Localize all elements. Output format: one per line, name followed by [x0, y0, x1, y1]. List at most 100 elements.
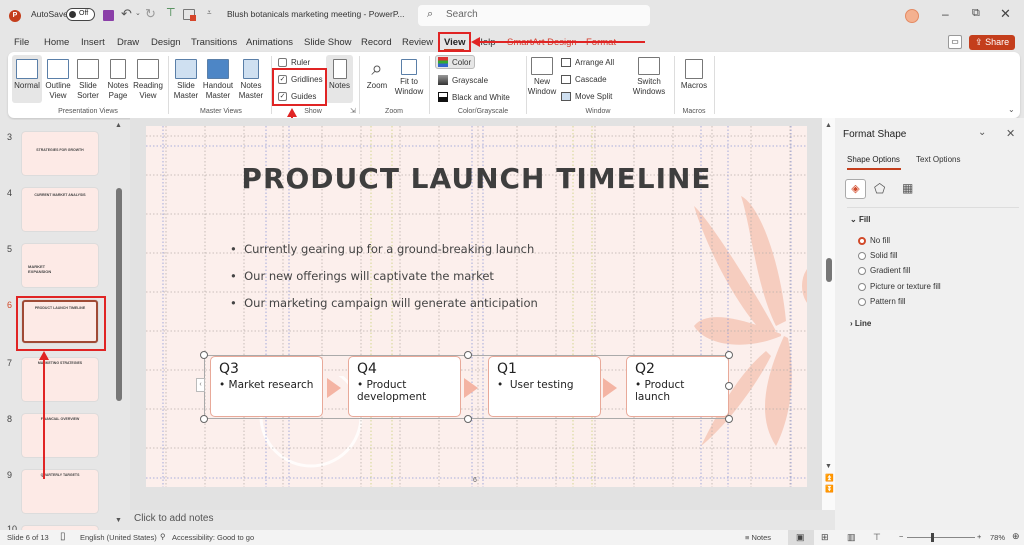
black-and-white-button[interactable]: Black and White	[438, 92, 510, 102]
slide-master-button[interactable]: Slide Master	[171, 59, 201, 101]
macros-button[interactable]: Macros	[678, 59, 710, 91]
search-box[interactable]: ⌕ Search	[418, 5, 650, 26]
spelling-check-icon[interactable]: ▯	[60, 531, 66, 542]
previous-slide-icon[interactable]: ⏫	[825, 474, 834, 482]
accessibility-status[interactable]: Accessibility: Good to go	[172, 533, 254, 542]
undo-icon[interactable]: ↶	[121, 6, 132, 22]
zoom-level[interactable]: 78%	[990, 533, 1005, 542]
customize-qat-icon[interactable]: ⩡	[207, 8, 212, 18]
from-beginning-icon[interactable]	[183, 9, 196, 21]
tab-transitions[interactable]: Transitions	[191, 37, 237, 48]
zoom-in-icon[interactable]: +	[977, 532, 981, 541]
slide-title[interactable]: PRODUCT LAUNCH TIMELINE	[146, 162, 807, 195]
tab-text-options[interactable]: Text Options	[916, 155, 960, 164]
move-split-button[interactable]: Move Split	[561, 92, 612, 101]
next-slide-icon[interactable]: ⏬	[825, 485, 834, 493]
slide-thumbnail-9[interactable]: QUARTERLY TARGETS	[22, 470, 98, 513]
tab-insert[interactable]: Insert	[81, 37, 105, 48]
timeline-box-q3[interactable]: Q3 • Market research	[210, 356, 323, 417]
color-button[interactable]: Color	[435, 55, 475, 69]
slide-sorter-button[interactable]: Slide Sorter	[74, 59, 102, 101]
resize-handle[interactable]	[725, 382, 733, 390]
outline-view-button[interactable]: Outline View	[43, 59, 73, 101]
pane-close-icon[interactable]: ✕	[1006, 127, 1015, 140]
user-avatar[interactable]	[905, 9, 919, 23]
undo-dropdown-icon[interactable]: ⌄	[135, 9, 141, 17]
pane-options-chevron-icon[interactable]: ⌄	[978, 127, 986, 138]
slide-scrollbar-track[interactable]	[822, 118, 835, 510]
tab-animations[interactable]: Animations	[246, 37, 293, 48]
notes-toggle-button[interactable]: Notes	[326, 55, 353, 103]
resize-handle[interactable]	[725, 351, 733, 359]
tab-home[interactable]: Home	[44, 37, 69, 48]
normal-view-button[interactable]: Normal	[12, 55, 42, 103]
resize-handle[interactable]	[464, 415, 472, 423]
tab-file[interactable]: File	[14, 37, 29, 48]
fill-option-picture[interactable]: Picture or texture fill	[858, 282, 941, 291]
zoom-slider-thumb[interactable]	[931, 533, 934, 542]
ruler-checkbox[interactable]: Ruler	[278, 58, 310, 67]
size-properties-icon[interactable]: ▦	[902, 181, 913, 195]
scroll-up-icon[interactable]: ▲	[115, 122, 122, 129]
language-indicator[interactable]: English (United States)	[80, 533, 157, 542]
tab-review[interactable]: Review	[402, 37, 433, 48]
slide-thumbnail-5[interactable]: MARKET EXPANSION	[22, 244, 98, 287]
zoom-button[interactable]: ⌕ Zoom	[364, 57, 390, 91]
fill-option-pattern[interactable]: Pattern fill	[858, 297, 906, 306]
thumbnail-scrollbar-thumb[interactable]	[116, 188, 122, 401]
notes-pane[interactable]: Click to add notes	[130, 510, 835, 530]
tab-record[interactable]: Record	[361, 37, 392, 48]
tab-slide-show[interactable]: Slide Show	[304, 37, 352, 48]
present-icon[interactable]: ⊤	[166, 6, 176, 19]
scroll-down-icon[interactable]: ▼	[115, 517, 122, 524]
line-section-toggle[interactable]: › Line	[850, 319, 871, 328]
slide-thumbnail-3[interactable]: STRATEGIES FOR GROWTH	[22, 132, 98, 175]
scroll-up-icon[interactable]: ▲	[825, 122, 832, 129]
show-dialog-launcher-icon[interactable]: ⇲	[350, 107, 356, 115]
comments-button[interactable]: ▭	[948, 35, 962, 49]
new-window-button[interactable]: New Window	[527, 57, 557, 97]
slide-bullet[interactable]: • Currently gearing up for a ground-brea…	[230, 242, 534, 256]
arrange-all-button[interactable]: Arrange All	[561, 58, 614, 67]
text-pane-toggle[interactable]: ‹	[196, 378, 205, 392]
cascade-button[interactable]: Cascade	[561, 75, 607, 84]
slide-sorter-status-icon[interactable]: ⊞	[821, 532, 829, 543]
resize-handle[interactable]	[464, 351, 472, 359]
notes-master-button[interactable]: Notes Master	[236, 59, 266, 101]
zoom-out-icon[interactable]: −	[899, 532, 903, 541]
slideshow-status-icon[interactable]: ⊤	[873, 532, 881, 543]
grayscale-button[interactable]: Grayscale	[438, 75, 488, 85]
tab-design[interactable]: Design	[151, 37, 181, 48]
switch-windows-button[interactable]: Switch Windows	[631, 57, 667, 97]
tab-draw[interactable]: Draw	[117, 37, 139, 48]
redo-icon[interactable]: ↻	[145, 6, 156, 22]
resize-handle[interactable]	[200, 351, 208, 359]
scroll-down-icon[interactable]: ▼	[825, 463, 832, 470]
zoom-slider-track[interactable]	[907, 537, 975, 538]
slide-scrollbar-thumb[interactable]	[826, 258, 832, 282]
slide-bullet[interactable]: • Our marketing campaign will generate a…	[230, 296, 538, 310]
notes-status-button[interactable]: ≡ Notes	[745, 533, 771, 542]
slide-thumbnail-7[interactable]: MARKETING STRATEGIES	[22, 358, 98, 401]
fit-slide-icon[interactable]: ⊕	[1012, 531, 1020, 542]
timeline-box-q4[interactable]: Q4 • Product development	[348, 356, 461, 417]
fill-option-no-fill[interactable]: No fill	[858, 236, 890, 245]
reading-view-status-icon[interactable]: ▥	[847, 532, 856, 543]
save-icon[interactable]	[103, 10, 114, 21]
resize-handle[interactable]	[725, 415, 733, 423]
restore-icon[interactable]: ⧉	[972, 7, 980, 20]
fill-option-gradient[interactable]: Gradient fill	[858, 266, 910, 275]
collapse-ribbon-icon[interactable]: ⌄	[1008, 105, 1015, 114]
timeline-box-q1[interactable]: Q1 • User testing	[488, 356, 601, 417]
notes-page-button[interactable]: Notes Page	[104, 59, 132, 101]
slide-thumbnail-4[interactable]: CURRENT MARKET ANALYSIS	[22, 188, 98, 231]
fill-section-toggle[interactable]: ⌄ Fill	[850, 215, 871, 224]
fill-line-icon[interactable]: ◈	[845, 179, 866, 199]
share-button[interactable]: ⇪ Share ⌄	[969, 35, 1015, 58]
resize-handle[interactable]	[200, 415, 208, 423]
fill-option-solid[interactable]: Solid fill	[858, 251, 898, 260]
slide-canvas[interactable]: PRODUCT LAUNCH TIMELINE • Currently gear…	[146, 126, 807, 487]
slide-thumbnail-8[interactable]: FINANCIAL OVERVIEW	[22, 414, 98, 457]
tab-shape-options[interactable]: Shape Options	[847, 155, 900, 164]
normal-view-status-button[interactable]: ▣	[788, 530, 814, 545]
